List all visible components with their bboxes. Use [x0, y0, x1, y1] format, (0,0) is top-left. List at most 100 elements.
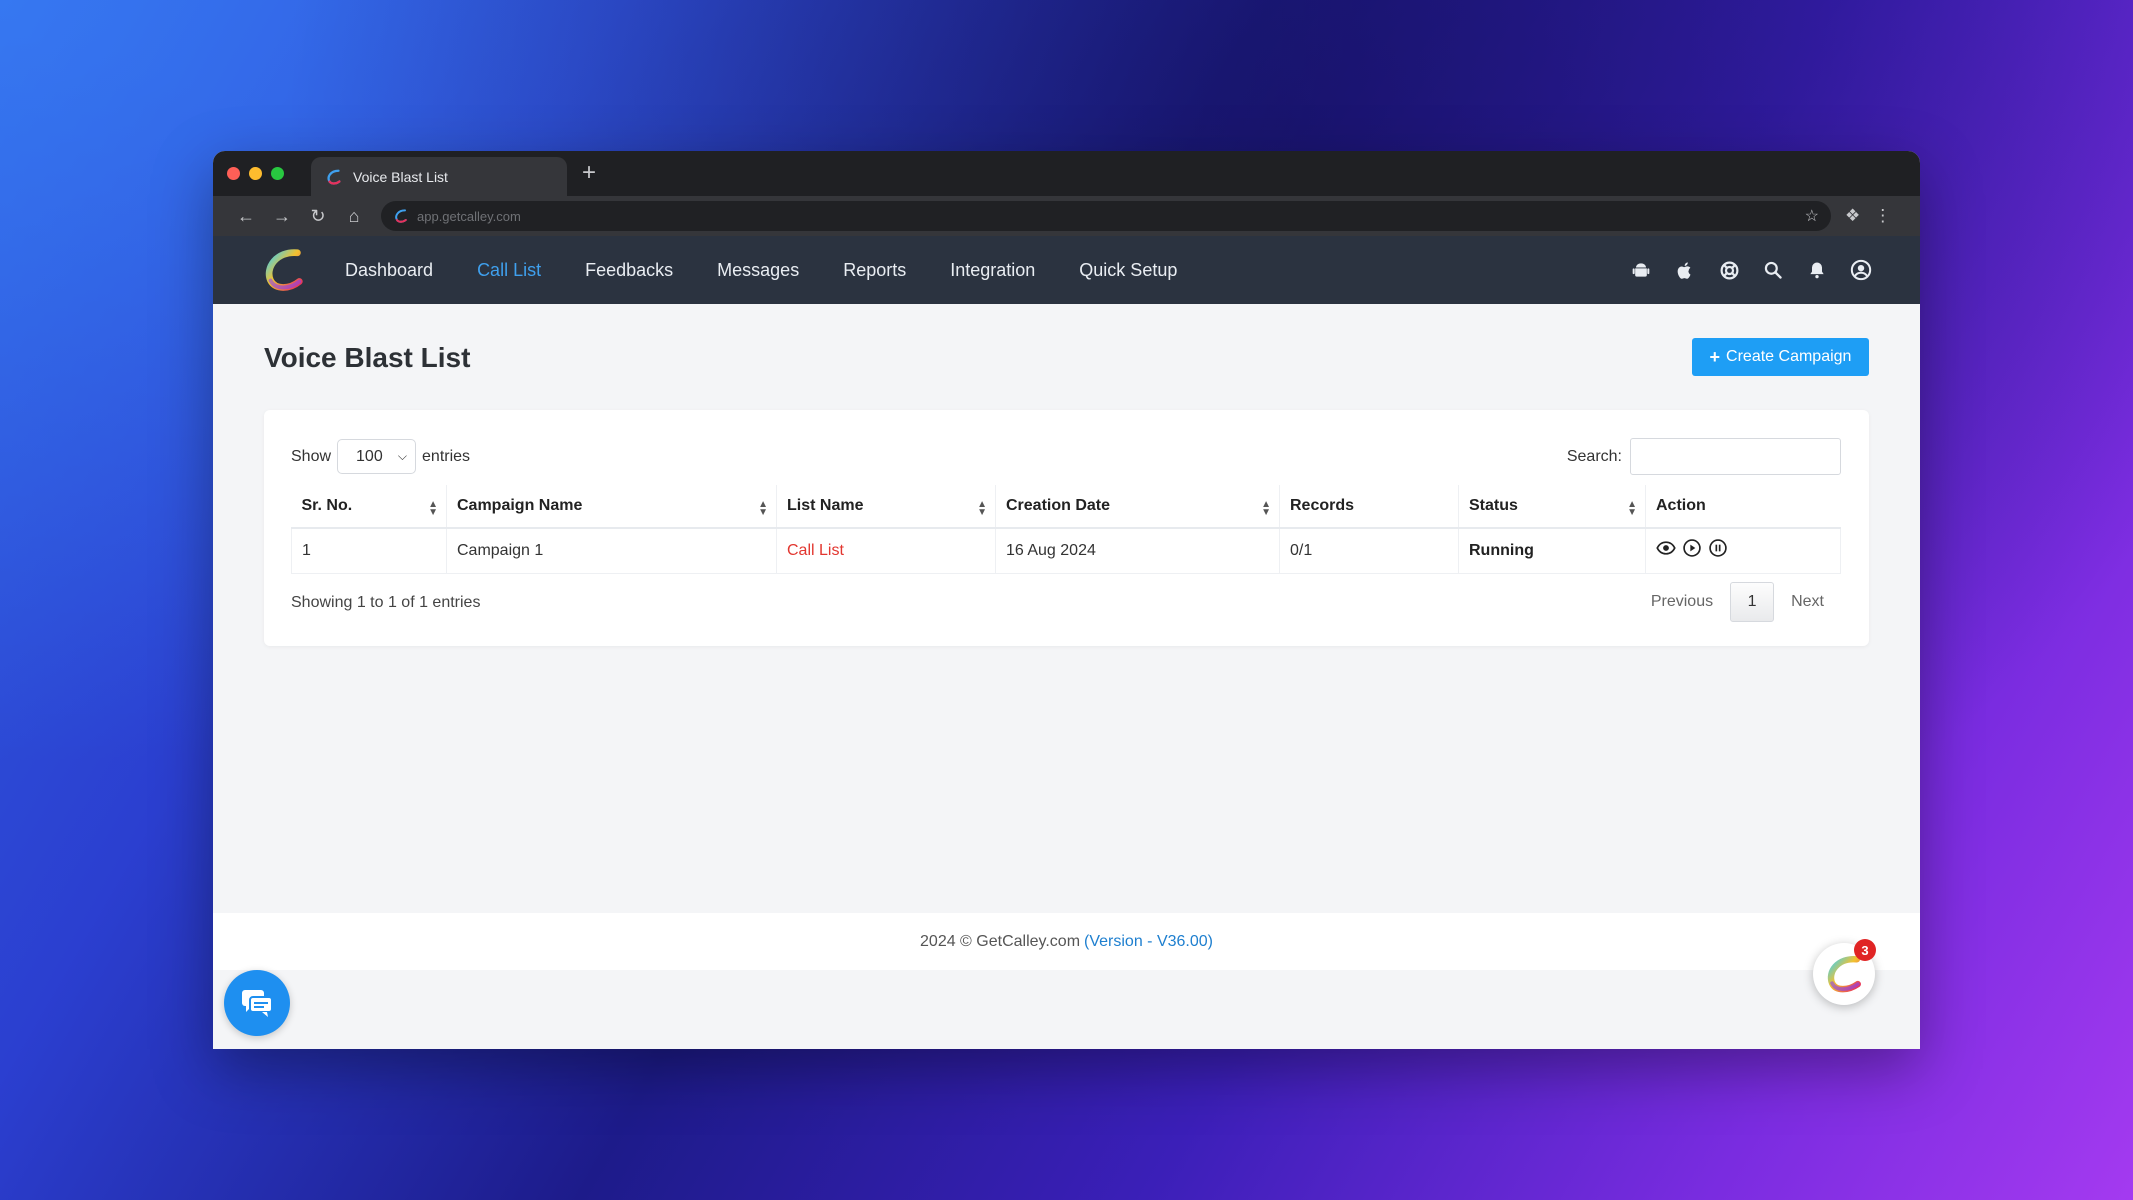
forward-icon[interactable]: →: [273, 206, 291, 227]
col-campaign-name-label: Campaign Name: [457, 497, 583, 514]
app-navbar: Dashboard Call List Feedbacks Messages R…: [213, 236, 1920, 304]
list-name-link[interactable]: Call List: [787, 542, 844, 559]
bell-icon[interactable]: [1806, 259, 1828, 281]
new-tab-button[interactable]: +: [575, 159, 603, 187]
create-campaign-button[interactable]: + Create Campaign: [1692, 338, 1869, 376]
cell-actions: [1645, 528, 1841, 574]
cell-records: 0/1: [1279, 528, 1459, 574]
nav-call-list[interactable]: Call List: [455, 260, 563, 281]
col-list-name-label: List Name: [787, 497, 864, 514]
table-search: Search:: [1567, 438, 1841, 475]
play-icon[interactable]: [1682, 538, 1702, 563]
entries-select-value: 100: [356, 447, 383, 465]
sort-icon: ▲ ▼: [977, 499, 987, 518]
close-window-button[interactable]: [227, 167, 240, 180]
support-icon[interactable]: [1718, 259, 1740, 281]
user-icon[interactable]: [1850, 259, 1872, 281]
search-label: Search:: [1566, 447, 1622, 465]
home-icon[interactable]: ⌂: [345, 206, 363, 227]
tab-favicon-icon: [327, 169, 341, 185]
campaign-table: Sr. No. ▲ ▼ Campaign Name ▲ ▼ List Name ▲ ▼ Cr…: [291, 485, 1841, 574]
nav-feedbacks[interactable]: Feedbacks: [563, 260, 695, 281]
bookmark-star-icon[interactable]: ☆: [1805, 206, 1819, 226]
sort-icon: ▲ ▼: [758, 499, 768, 518]
getcalley-logo[interactable]: [261, 247, 307, 293]
site-favicon-icon: [395, 209, 407, 223]
window-controls: [227, 167, 284, 180]
chat-support-button[interactable]: [224, 970, 290, 1036]
browser-nav-buttons: ← → ↻ ⌂: [237, 206, 363, 227]
entries-length-control: Show 100 ⌵ entries: [291, 439, 470, 474]
cell-sr-no: 1: [291, 528, 447, 574]
table-header-row: Sr. No. ▲ ▼ Campaign Name ▲ ▼ List Name ▲ ▼ Cr…: [291, 485, 1841, 529]
sort-icon: ▲ ▼: [1627, 499, 1637, 518]
sort-icon: ▲ ▼: [428, 499, 438, 518]
table-row: 1 Campaign 1 Call List 16 Aug 2024 0/1 R…: [291, 528, 1841, 574]
notification-badge: 3: [1854, 939, 1876, 961]
url-field[interactable]: app.getcalley.com ☆: [381, 201, 1831, 231]
nav-messages[interactable]: Messages: [695, 260, 821, 281]
reload-icon[interactable]: ↻: [309, 206, 327, 227]
search-input[interactable]: [1630, 438, 1841, 475]
sort-icon: ▲ ▼: [1261, 499, 1271, 518]
col-sr-no-label: Sr. No.: [301, 497, 353, 514]
campaign-table-card: Show 100 ⌵ entries Search: Sr. No. ▲ ▼ Cam…: [264, 410, 1869, 646]
col-status-label: Status: [1469, 497, 1518, 514]
navbar-right-icons: [1630, 236, 1872, 304]
col-campaign-name[interactable]: Campaign Name ▲ ▼: [446, 485, 777, 529]
previous-page-button[interactable]: Previous: [1634, 583, 1730, 621]
maximize-window-button[interactable]: [271, 167, 284, 180]
page-1-button[interactable]: 1: [1730, 582, 1775, 622]
cell-status: Running: [1458, 528, 1646, 574]
browser-window: Voice Blast List + ← → ↻ ⌂ app.getcalley…: [213, 151, 1920, 1049]
chevron-down-icon: ⌵: [397, 449, 408, 463]
footer-copyright: 2024 © GetCalley.com: [920, 932, 1081, 950]
cell-creation-date: 16 Aug 2024: [995, 528, 1280, 574]
col-creation-date-label: Creation Date: [1006, 497, 1111, 514]
nav-dashboard[interactable]: Dashboard: [323, 260, 455, 281]
entries-label: entries: [422, 447, 471, 465]
create-campaign-label: Create Campaign: [1726, 348, 1852, 365]
pause-icon[interactable]: [1708, 538, 1728, 563]
nav-reports[interactable]: Reports: [821, 260, 928, 281]
col-records: Records: [1279, 485, 1459, 529]
pagination: Previous 1 Next: [1634, 582, 1841, 622]
tab-title: Voice Blast List: [353, 168, 448, 185]
plus-icon: +: [1709, 346, 1721, 367]
cell-campaign-name: Campaign 1: [446, 528, 777, 574]
address-bar-row: ← → ↻ ⌂ app.getcalley.com ☆ ❖ ⋮: [213, 196, 1920, 236]
eye-icon[interactable]: [1656, 538, 1676, 563]
entries-select[interactable]: 100 ⌵: [337, 439, 417, 474]
col-records-label: Records: [1290, 497, 1355, 514]
col-action-label: Action: [1656, 497, 1706, 514]
footer: 2024 © GetCalley.com (Version - V36.00): [213, 913, 1920, 970]
col-action: Action: [1645, 485, 1841, 529]
table-info: Showing 1 to 1 of 1 entries: [291, 594, 481, 611]
col-status[interactable]: Status ▲ ▼: [1458, 485, 1646, 529]
browser-right-controls: ❖ ⋮: [1845, 206, 1891, 226]
browser-tabbar: Voice Blast List +: [213, 151, 1920, 196]
col-list-name[interactable]: List Name ▲ ▼: [776, 485, 996, 529]
browser-menu-icon[interactable]: ⋮: [1874, 206, 1891, 226]
row-actions: [1656, 538, 1830, 563]
page-content: Voice Blast List + Create Campaign Show …: [213, 304, 1920, 981]
minimize-window-button[interactable]: [249, 167, 262, 180]
search-icon[interactable]: [1762, 259, 1784, 281]
col-creation-date[interactable]: Creation Date ▲ ▼: [995, 485, 1280, 529]
next-page-button[interactable]: Next: [1774, 583, 1841, 621]
extensions-icon[interactable]: ❖: [1845, 206, 1860, 226]
url-text: app.getcalley.com: [417, 208, 521, 224]
show-label: Show: [291, 447, 332, 465]
cell-list-name: Call List: [776, 528, 996, 574]
main-menu: Dashboard Call List Feedbacks Messages R…: [323, 260, 1199, 281]
col-sr-no[interactable]: Sr. No. ▲ ▼: [291, 485, 447, 529]
apple-icon[interactable]: [1674, 259, 1696, 281]
nav-integration[interactable]: Integration: [928, 260, 1057, 281]
chat-icon: [242, 990, 273, 1017]
android-icon[interactable]: [1630, 259, 1652, 281]
footer-version-link[interactable]: (Version - V36.00): [1084, 933, 1213, 951]
page-title: Voice Blast List: [264, 342, 471, 373]
nav-quick-setup[interactable]: Quick Setup: [1057, 260, 1199, 281]
back-icon[interactable]: ←: [237, 206, 255, 227]
browser-tab[interactable]: Voice Blast List: [311, 157, 567, 196]
